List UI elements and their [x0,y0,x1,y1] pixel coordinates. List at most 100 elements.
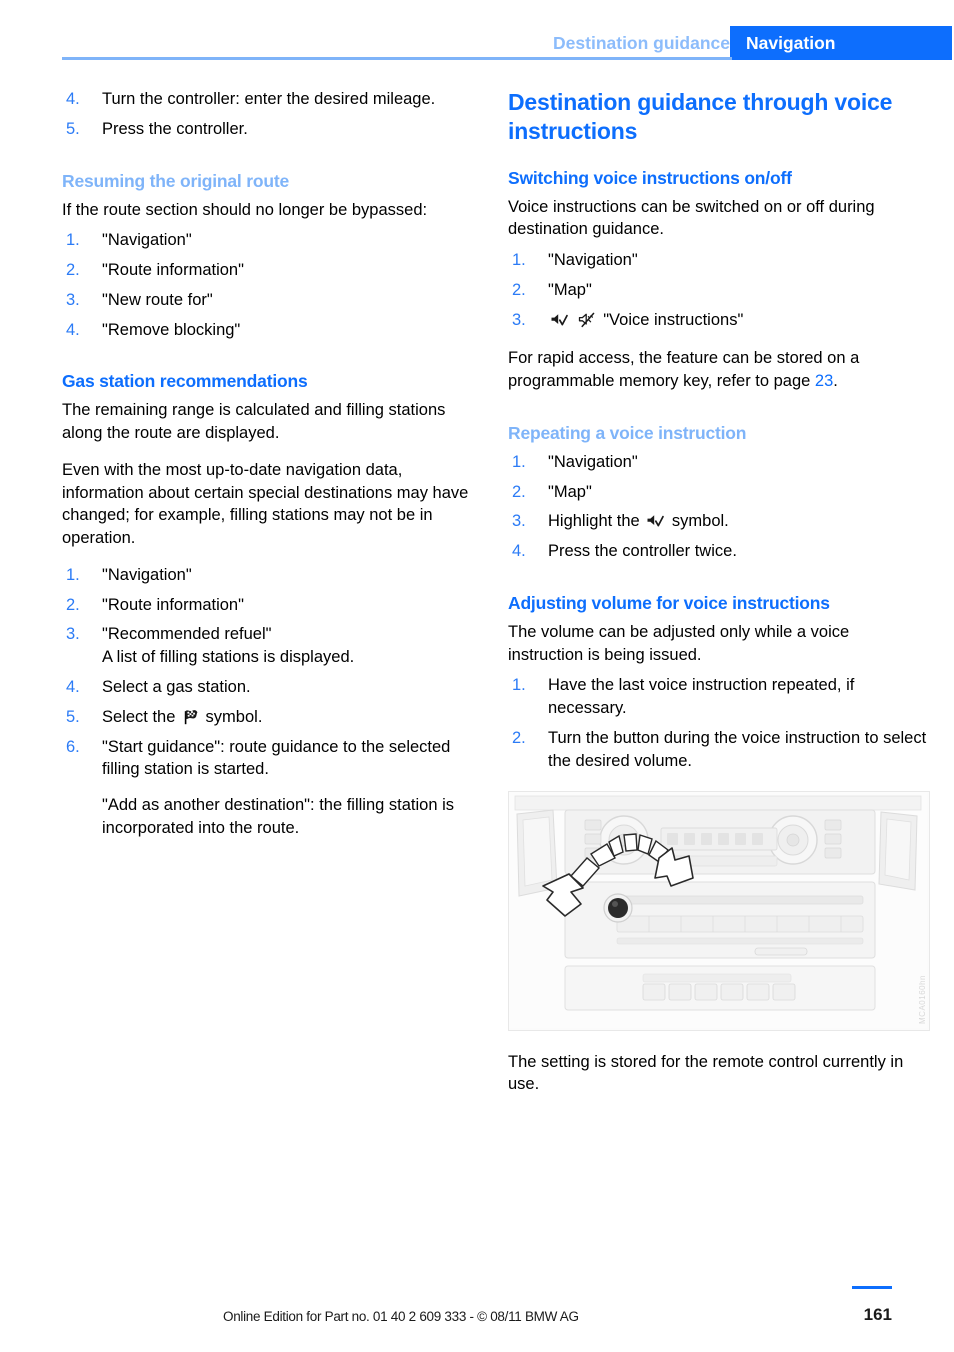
repeating-steps-list: 1. "Navigation" 2. "Map" 3. Highlight th… [508,451,928,563]
list-item-text: Press the controller twice. [548,542,737,561]
console-line-art [509,791,927,1028]
header-section-label: Navigation [746,33,836,53]
heading-resuming-original-route: Resuming the original route [62,170,289,191]
manual-page: Destination guidance Navigation 4. Turn … [0,0,954,1352]
continued-steps-list: 4. Turn the controller: enter the desire… [62,88,482,141]
list-item-text-after-icons: "Voice instructions" [603,310,744,329]
list-item-number: 2. [512,280,526,299]
page-header: Destination guidance Navigation [0,26,954,60]
list-item: 3. Highlight the symbol. [508,510,928,533]
footer-edition-note: Online Edition for Part no. 01 40 2 609 … [223,1309,579,1324]
volume-after-figure-text: The setting is stored for the remote con… [508,1052,904,1094]
gas-station-steps-list: 1. "Navigation" 2. "Route information" 3… [62,564,482,840]
list-item-number: 3. [66,290,80,309]
heading-switching-voice-instructions: Switching voice instructions on/off [508,167,792,188]
speaker-check-icon [550,312,569,328]
memory-key-note: For rapid access, the feature can be sto… [508,347,928,393]
heading-gas-station-recommendations: Gas station recommendations [62,371,308,392]
list-item-text: "Route information" [102,595,244,614]
resuming-intro-text: If the route section should no longer be… [62,200,428,219]
list-item-text: "Navigation" [102,231,192,250]
list-item-text-before-icon: Select the [102,707,180,726]
memory-key-note-text-before: For rapid access, the feature can be sto… [508,349,860,391]
list-item-text: Select a gas station. [102,678,251,697]
list-item: 4. "Remove blocking" [62,319,482,342]
heading-adjusting-volume: Adjusting volume for voice instructions [508,592,830,613]
list-item: 1. "Navigation" [508,249,928,272]
memory-key-note-text-after: . [833,372,838,391]
list-item: 4. Select a gas station. [62,676,482,699]
switching-intro-text: Voice instructions can be switched on or… [508,197,875,239]
list-item-number: 1. [512,251,526,270]
list-item-number: 2. [512,728,526,747]
left-column: 4. Turn the controller: enter the desire… [62,88,482,856]
list-item: 1. "Navigation" [62,229,482,252]
list-item-number: 1. [512,676,526,695]
list-item-text: "Navigation" [548,452,638,471]
gas-station-paragraph-1: The remaining range is calculated and fi… [62,401,446,443]
list-item: 4. Press the controller twice. [508,540,928,563]
list-item-text-before-icon: Highlight the [548,512,645,531]
list-item-text-after-icon: symbol. [200,707,263,726]
right-column: Destination guidance through voice instr… [508,88,930,1110]
list-item-text: "Navigation" [548,251,638,270]
volume-intro-text: The volume can be adjusted only while a … [508,622,850,664]
switching-steps-list: 1. "Navigation" 2. "Map" 3. "Voice instr… [508,249,928,331]
list-item-number: 5. [66,119,80,138]
page-cross-reference[interactable]: 23 [815,372,833,390]
list-item: 3. "New route for" [62,289,482,312]
header-divider-rule [62,57,732,60]
list-item-number: 3. [512,310,526,329]
speaker-muted-icon [578,312,597,328]
list-item-number: 2. [66,595,80,614]
list-item: 5. Press the controller. [62,118,482,141]
resuming-steps-list: 1. "Navigation" 2. "Route information" 3… [62,229,482,341]
list-item-text: Turn the button during the voice instruc… [548,728,927,770]
list-item-extra-paragraph: "Add as another destination": the fillin… [102,796,455,837]
list-item: 1. "Navigation" [62,564,482,587]
list-item-text: Turn the controller: enter the desired m… [102,90,436,108]
volume-steps-list: 1. Have the last voice instruction repea… [508,674,928,772]
list-item-text: Press the controller. [102,119,248,138]
list-item-text: "Start guidance": route guidance to the … [102,737,451,779]
heading-repeating-voice-instruction: Repeating a voice instruction [508,422,747,443]
list-item-number: 6. [66,737,80,756]
list-item: 5. Select the symbol. [62,706,482,729]
list-item-text: "Recommended refuel" [102,625,272,644]
list-item: 2. Turn the button during the voice inst… [508,727,928,773]
speaker-check-icon [646,513,665,529]
header-section-tab: Navigation [730,26,952,60]
list-item-number: 4. [66,90,80,108]
list-item-number: 2. [66,261,80,280]
header-chapter-label: Destination guidance [553,33,730,53]
list-item-text: "Remove blocking" [102,320,241,339]
list-item: 4. Turn the controller: enter the desire… [62,88,482,111]
list-item-text: "Route information" [102,261,244,280]
gas-station-paragraph-2: Even with the most up-to-date navigation… [62,460,469,548]
center-console-volume-knob-illustration: MCA0160hn [508,790,930,1031]
list-item: 2. "Route information" [62,259,482,282]
page-number-rule [852,1286,892,1289]
list-item: 3. "Recommended refuel" A list of fillin… [62,623,482,669]
list-item-number: 3. [66,625,80,644]
fuel-flag-icon [182,709,199,725]
list-item-number: 2. [512,482,526,501]
page-title: Destination guidance through voice instr… [508,89,893,144]
page-number: 161 [863,1305,892,1324]
list-item-text: Have the last voice instruction repeated… [548,676,855,718]
list-item-number: 4. [66,678,80,697]
list-item: 2. "Map" [508,279,928,302]
list-item: 1. Have the last voice instruction repea… [508,674,928,720]
list-item: 1. "Navigation" [508,451,928,474]
list-item-number: 1. [66,231,80,250]
list-item: 2. "Map" [508,481,928,504]
list-item-text: "Map" [548,482,592,501]
list-item-text: "Map" [548,280,592,299]
list-item-number: 4. [66,320,80,339]
figure-code-label: MCA0160hn [918,974,927,1024]
list-item-text: "Navigation" [102,565,192,584]
list-item-number: 4. [512,542,526,561]
list-item: 2. "Route information" [62,594,482,617]
list-item: 6. "Start guidance": route guidance to t… [62,736,482,840]
list-item-subtext: A list of filling stations is displayed. [102,648,355,667]
